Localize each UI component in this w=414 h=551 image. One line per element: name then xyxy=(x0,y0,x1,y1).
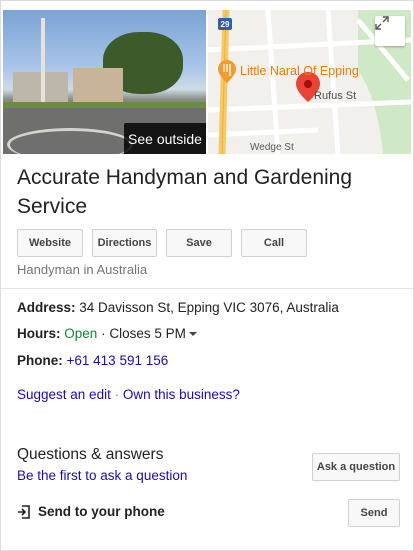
photo-curb xyxy=(7,128,133,154)
map-poi-label: Little Naral Of Epping xyxy=(240,64,359,78)
media-strip: See outside 29 Little Naral Of Epping Ru… xyxy=(3,10,411,154)
address-row: Address: 34 Davisson St, Epping VIC 3076… xyxy=(17,300,339,315)
website-button[interactable]: Website xyxy=(17,229,83,257)
directions-button[interactable]: Directions xyxy=(92,229,157,257)
hours-status: Open xyxy=(64,326,98,341)
business-name: Accurate Handyman and Gardening Service xyxy=(17,166,353,218)
action-buttons: Website Directions Save Call xyxy=(17,229,307,257)
edit-links: Suggest an edit · Own this business? xyxy=(17,387,240,402)
map-street-label: Rufus St xyxy=(314,90,357,102)
call-button[interactable]: Call xyxy=(241,229,307,257)
photo-pole xyxy=(41,18,45,112)
send-button[interactable]: Send xyxy=(348,499,400,527)
suggest-edit-link[interactable]: Suggest an edit xyxy=(17,387,111,402)
expand-icon xyxy=(375,16,389,30)
send-to-phone: Send to your phone xyxy=(17,504,165,519)
map-thumbnail[interactable]: 29 Little Naral Of Epping Rufus St Wedge… xyxy=(208,10,411,154)
address-value[interactable]: 34 Davisson St, Epping VIC 3076, Austral… xyxy=(79,300,339,315)
hours-row: Hours: Open · Closes 5 PM xyxy=(17,326,197,341)
street-view-photo[interactable]: See outside xyxy=(3,10,206,154)
ask-first-link[interactable]: Be the first to ask a question xyxy=(17,468,187,483)
send-to-phone-label: Send to your phone xyxy=(38,504,165,519)
divider xyxy=(1,288,413,289)
map-street-label-2: Wedge St xyxy=(250,142,294,153)
phone-link[interactable]: +61 413 591 156 xyxy=(67,353,169,368)
edit-links-separator: · xyxy=(114,387,120,402)
business-panel: See outside 29 Little Naral Of Epping Ru… xyxy=(0,0,414,551)
hours-closes[interactable]: Closes 5 PM xyxy=(109,326,186,341)
address-label: Address: xyxy=(17,300,76,315)
see-outside-button[interactable]: See outside xyxy=(124,123,206,154)
save-button[interactable]: Save xyxy=(166,229,232,257)
business-category: Handyman in Australia xyxy=(17,262,148,277)
phone-label: Phone: xyxy=(17,353,63,368)
hours-separator: · xyxy=(101,326,106,341)
photo-house xyxy=(73,68,123,104)
send-to-phone-icon xyxy=(18,504,30,519)
phone-row: Phone: +61 413 591 156 xyxy=(17,353,168,368)
qa-title: Questions & answers xyxy=(17,446,164,463)
highway-shield: 29 xyxy=(218,18,232,30)
own-business-link[interactable]: Own this business? xyxy=(123,387,240,402)
expand-map-button[interactable] xyxy=(375,16,405,46)
ask-question-button[interactable]: Ask a question xyxy=(312,453,400,481)
hours-label: Hours: xyxy=(17,326,61,341)
chevron-down-icon[interactable] xyxy=(188,332,197,337)
